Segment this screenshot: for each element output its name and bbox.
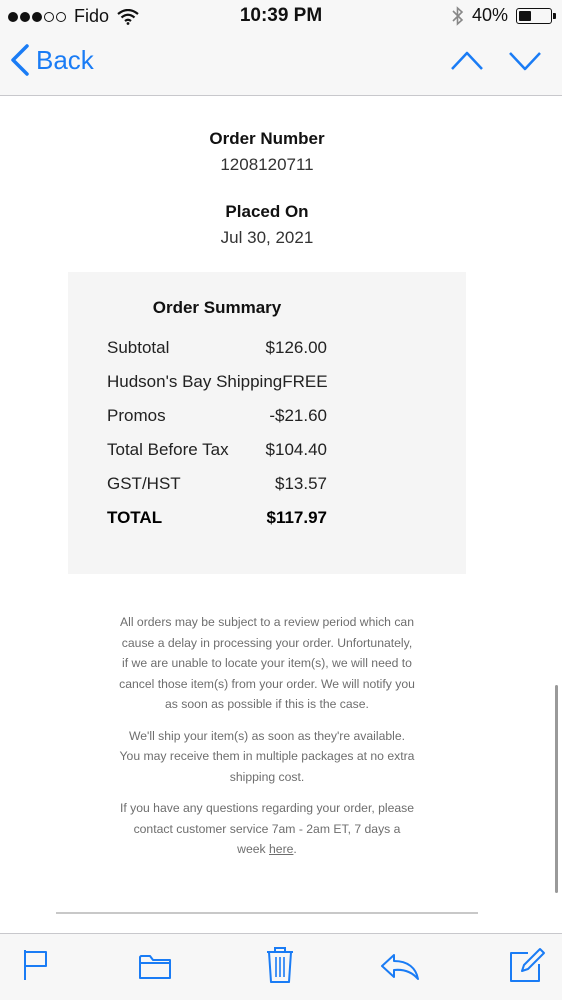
- summary-row-subtotal: Subtotal $126.00: [107, 338, 327, 372]
- divider: [56, 912, 478, 914]
- reply-icon[interactable]: [380, 952, 420, 982]
- placed-on-section: Placed On Jul 30, 2021: [0, 202, 534, 248]
- summary-row-value: $126.00: [265, 338, 327, 357]
- here-link[interactable]: here: [269, 842, 293, 856]
- order-summary-box: Order Summary Subtotal $126.00 Hudson's …: [68, 272, 466, 574]
- summary-row-value: $13.57: [275, 474, 327, 493]
- placed-on-value: Jul 30, 2021: [220, 228, 314, 247]
- nav-bar: Back: [0, 32, 562, 96]
- summary-row-value: FREE: [282, 372, 328, 391]
- contact-note-text: If you have any questions regarding your…: [119, 801, 415, 856]
- summary-row-total-before-tax: Total Before Tax $104.40: [107, 440, 327, 474]
- placed-on-label: Placed On: [225, 202, 309, 221]
- summary-row-shipping: Hudson's Bay Shipping FREE: [107, 372, 328, 406]
- order-number-label: Order Number: [209, 129, 325, 148]
- bluetooth-icon: [452, 5, 464, 26]
- trash-icon[interactable]: [265, 946, 295, 984]
- compose-icon[interactable]: [508, 946, 546, 984]
- bottom-toolbar: [0, 933, 562, 1000]
- chevron-up-icon[interactable]: [450, 50, 484, 72]
- back-label: Back: [36, 44, 94, 75]
- review-period-note: All orders may be subject to a review pe…: [119, 615, 415, 711]
- summary-row-total: TOTAL $117.97: [107, 508, 327, 542]
- summary-row-promos: Promos -$21.60: [107, 406, 327, 440]
- contact-note-end: .: [293, 842, 297, 856]
- summary-row-label: Total Before Tax: [107, 440, 229, 459]
- folder-icon[interactable]: [138, 952, 172, 980]
- summary-row-value: -$21.60: [269, 406, 327, 425]
- back-button[interactable]: Back: [10, 44, 94, 76]
- chevron-down-icon[interactable]: [508, 50, 542, 72]
- email-content: Order Number 1208120711 Placed On Jul 30…: [0, 97, 562, 932]
- order-number-section: Order Number 1208120711: [0, 129, 534, 175]
- order-summary-rows: Subtotal $126.00 Hudson's Bay Shipping F…: [107, 338, 328, 542]
- contact-note: If you have any questions regarding your…: [118, 798, 416, 860]
- chevron-left-icon: [11, 44, 29, 76]
- summary-row-value: $117.97: [266, 508, 327, 527]
- shipping-note: We'll ship your item(s) as soon as they'…: [119, 728, 415, 784]
- summary-row-value: $104.40: [265, 440, 327, 459]
- summary-row-label: Subtotal: [107, 338, 170, 357]
- battery-icon: [516, 7, 556, 24]
- order-number-value: 1208120711: [220, 155, 314, 174]
- flag-icon[interactable]: [22, 948, 50, 982]
- order-summary-title: Order Summary: [152, 298, 282, 317]
- scrollbar[interactable]: [555, 685, 558, 893]
- summary-row-tax: GST/HST $13.57: [107, 474, 327, 508]
- summary-row-label: Promos: [107, 406, 166, 425]
- status-bar: Fido 10:39 PM 40%: [0, 0, 562, 32]
- status-right: 40%: [452, 5, 556, 26]
- summary-row-label: TOTAL: [107, 508, 163, 527]
- order-notes: All orders may be subject to a review pe…: [118, 612, 416, 871]
- summary-row-label: GST/HST: [107, 474, 181, 493]
- summary-row-label: Hudson's Bay Shipping: [107, 372, 283, 391]
- battery-percent: 40%: [471, 5, 508, 25]
- message-navigation: [450, 50, 542, 72]
